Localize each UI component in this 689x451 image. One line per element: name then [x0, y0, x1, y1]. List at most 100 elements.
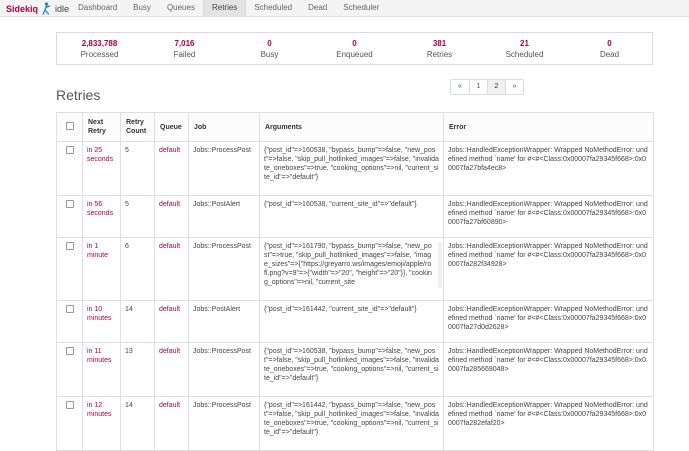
arguments-text: {"post_id"=>161442, "bypass_bump"=>false…: [264, 402, 439, 436]
row-checkbox[interactable]: [65, 200, 74, 208]
queue-link[interactable]: default: [159, 243, 180, 250]
header-queue: Queue: [154, 112, 189, 142]
stat-dead[interactable]: 0 Dead: [567, 33, 652, 64]
nav-dead[interactable]: Dead: [300, 0, 335, 17]
nav-busy[interactable]: Busy: [125, 0, 159, 17]
nav-scheduled[interactable]: Scheduled: [246, 0, 300, 17]
error-cell: Jobs::HandledExceptionWrapper: Wrapped N…: [443, 195, 654, 238]
queue-cell: default: [154, 396, 189, 451]
pagination-first[interactable]: «: [451, 80, 469, 94]
process-status: idle: [55, 3, 70, 14]
select-all-cell: [56, 112, 83, 142]
stat-failed[interactable]: 7,016 Failed: [142, 33, 227, 64]
stat-value: 2,833,788: [81, 39, 118, 48]
summary-stats-bar: 2,833,788 Processed 7,016 Failed 0 Busy …: [56, 32, 653, 65]
stat-label: Busy: [260, 50, 279, 59]
main-nav: Dashboard Busy Queues Retries Scheduled …: [70, 0, 387, 17]
retry-count-cell: 13: [120, 342, 155, 397]
stat-value: 0: [607, 39, 612, 48]
next-retry-cell: in 25 seconds: [82, 141, 121, 196]
nav-dashboard[interactable]: Dashboard: [70, 0, 125, 17]
table-row: in 25 seconds 5 default Jobs::ProcessPos…: [56, 141, 654, 196]
row-select-cell: [56, 141, 83, 196]
next-retry-link[interactable]: in 10 minutes: [87, 306, 112, 322]
arguments-scrollbar[interactable]: [438, 242, 442, 288]
queue-link[interactable]: default: [159, 402, 180, 409]
pagination-last[interactable]: »: [505, 80, 523, 94]
queue-cell: default: [154, 342, 189, 397]
stat-busy[interactable]: 0 Busy: [227, 33, 312, 64]
stat-value: 7,016: [174, 39, 195, 48]
retry-count-cell: 5: [120, 195, 155, 238]
nav-retries[interactable]: Retries: [202, 0, 247, 17]
stat-value: 0: [267, 39, 272, 48]
error-cell: Jobs::HandledExceptionWrapper: Wrapped N…: [443, 300, 654, 343]
nav-scheduler[interactable]: Scheduler: [335, 0, 387, 17]
pagination-page-1[interactable]: 1: [469, 80, 487, 94]
next-retry-cell: in 56 seconds: [82, 195, 121, 238]
job-cell: Jobs::PostAlert: [188, 195, 260, 238]
row-checkbox[interactable]: [65, 146, 74, 154]
page-title: Retries: [56, 87, 101, 103]
stat-value: 0: [352, 39, 357, 48]
error-cell: Jobs::HandledExceptionWrapper: Wrapped N…: [443, 141, 654, 196]
table-row: in 1 minute 6 default Jobs::ProcessPost …: [56, 237, 654, 301]
queue-link[interactable]: default: [159, 201, 180, 208]
stat-label: Retries: [426, 50, 453, 59]
row-checkbox[interactable]: [65, 401, 74, 409]
stat-processed[interactable]: 2,833,788 Processed: [57, 33, 142, 64]
stat-label: Enqueued: [336, 50, 373, 59]
table-row: in 12 minutes 14 default Jobs::ProcessPo…: [56, 396, 654, 451]
nav-queues[interactable]: Queues: [159, 0, 203, 17]
stat-scheduled[interactable]: 21 Scheduled: [482, 33, 567, 64]
next-retry-link[interactable]: in 1 minute: [87, 243, 108, 259]
next-retry-link[interactable]: in 25 seconds: [87, 147, 113, 163]
retry-count-cell: 14: [120, 300, 155, 343]
queue-link[interactable]: default: [159, 306, 180, 313]
select-all-checkbox[interactable]: [65, 121, 74, 130]
job-cell: Jobs::ProcessPost: [188, 237, 260, 301]
header-retry-count: Retry Count: [120, 112, 155, 142]
pagination: « 1 2 »: [450, 79, 524, 95]
retries-table: Next Retry Retry Count Queue Job Argumen…: [56, 112, 654, 451]
stat-label: Failed: [173, 50, 196, 59]
table-header-row: Next Retry Retry Count Queue Job Argumen…: [56, 112, 654, 142]
job-cell: Jobs::ProcessPost: [188, 342, 260, 397]
retry-count-cell: 6: [120, 237, 155, 301]
queue-link[interactable]: default: [159, 147, 180, 154]
row-checkbox[interactable]: [65, 242, 74, 250]
next-retry-link[interactable]: in 12 minutes: [87, 402, 112, 418]
header-arguments: Arguments: [259, 112, 444, 142]
sidekiq-logo-icon: [42, 2, 51, 15]
brand[interactable]: Sidekiq idle: [6, 2, 69, 15]
row-checkbox[interactable]: [65, 305, 74, 313]
queue-link[interactable]: default: [159, 348, 180, 355]
next-retry-link[interactable]: in 56 seconds: [87, 201, 113, 217]
brand-name: Sidekiq: [6, 3, 39, 14]
arguments-cell: {"post_id"=>160538, "bypass_bump"=>false…: [259, 141, 444, 196]
arguments-text: {"post_id"=>161790, "bypass_bump"=>false…: [264, 243, 432, 286]
table-row: in 56 seconds 5 default Jobs::PostAlert …: [56, 195, 654, 238]
arguments-cell: {"post_id"=>160538, "current_site_id"=>"…: [259, 195, 444, 238]
row-checkbox[interactable]: [65, 347, 74, 355]
stat-value: 21: [520, 39, 529, 48]
stat-label: Processed: [80, 50, 119, 59]
stat-label: Dead: [599, 50, 620, 59]
retry-count-cell: 5: [120, 141, 155, 196]
queue-cell: default: [154, 141, 189, 196]
error-cell: Jobs::HandledExceptionWrapper: Wrapped N…: [443, 342, 654, 397]
arguments-cell: {"post_id"=>161442, "current_site_id"=>"…: [259, 300, 444, 343]
next-retry-link[interactable]: in 11 minutes: [87, 348, 112, 364]
queue-cell: default: [154, 237, 189, 301]
stat-retries[interactable]: 381 Retries: [397, 33, 482, 64]
job-cell: Jobs::PostAlert: [188, 300, 260, 343]
error-cell: Jobs::HandledExceptionWrapper: Wrapped N…: [443, 237, 654, 301]
pagination-page-2[interactable]: 2: [487, 80, 505, 94]
error-cell: Jobs::HandledExceptionWrapper: Wrapped N…: [443, 396, 654, 451]
top-navbar: Sidekiq idle Dashboard Busy Queues Retri…: [0, 0, 689, 17]
next-retry-cell: in 1 minute: [82, 237, 121, 301]
arguments-cell: {"post_id"=>161442, "bypass_bump"=>false…: [259, 396, 444, 451]
stat-enqueued[interactable]: 0 Enqueued: [312, 33, 397, 64]
row-select-cell: [56, 195, 83, 238]
next-retry-cell: in 11 minutes: [82, 342, 121, 397]
